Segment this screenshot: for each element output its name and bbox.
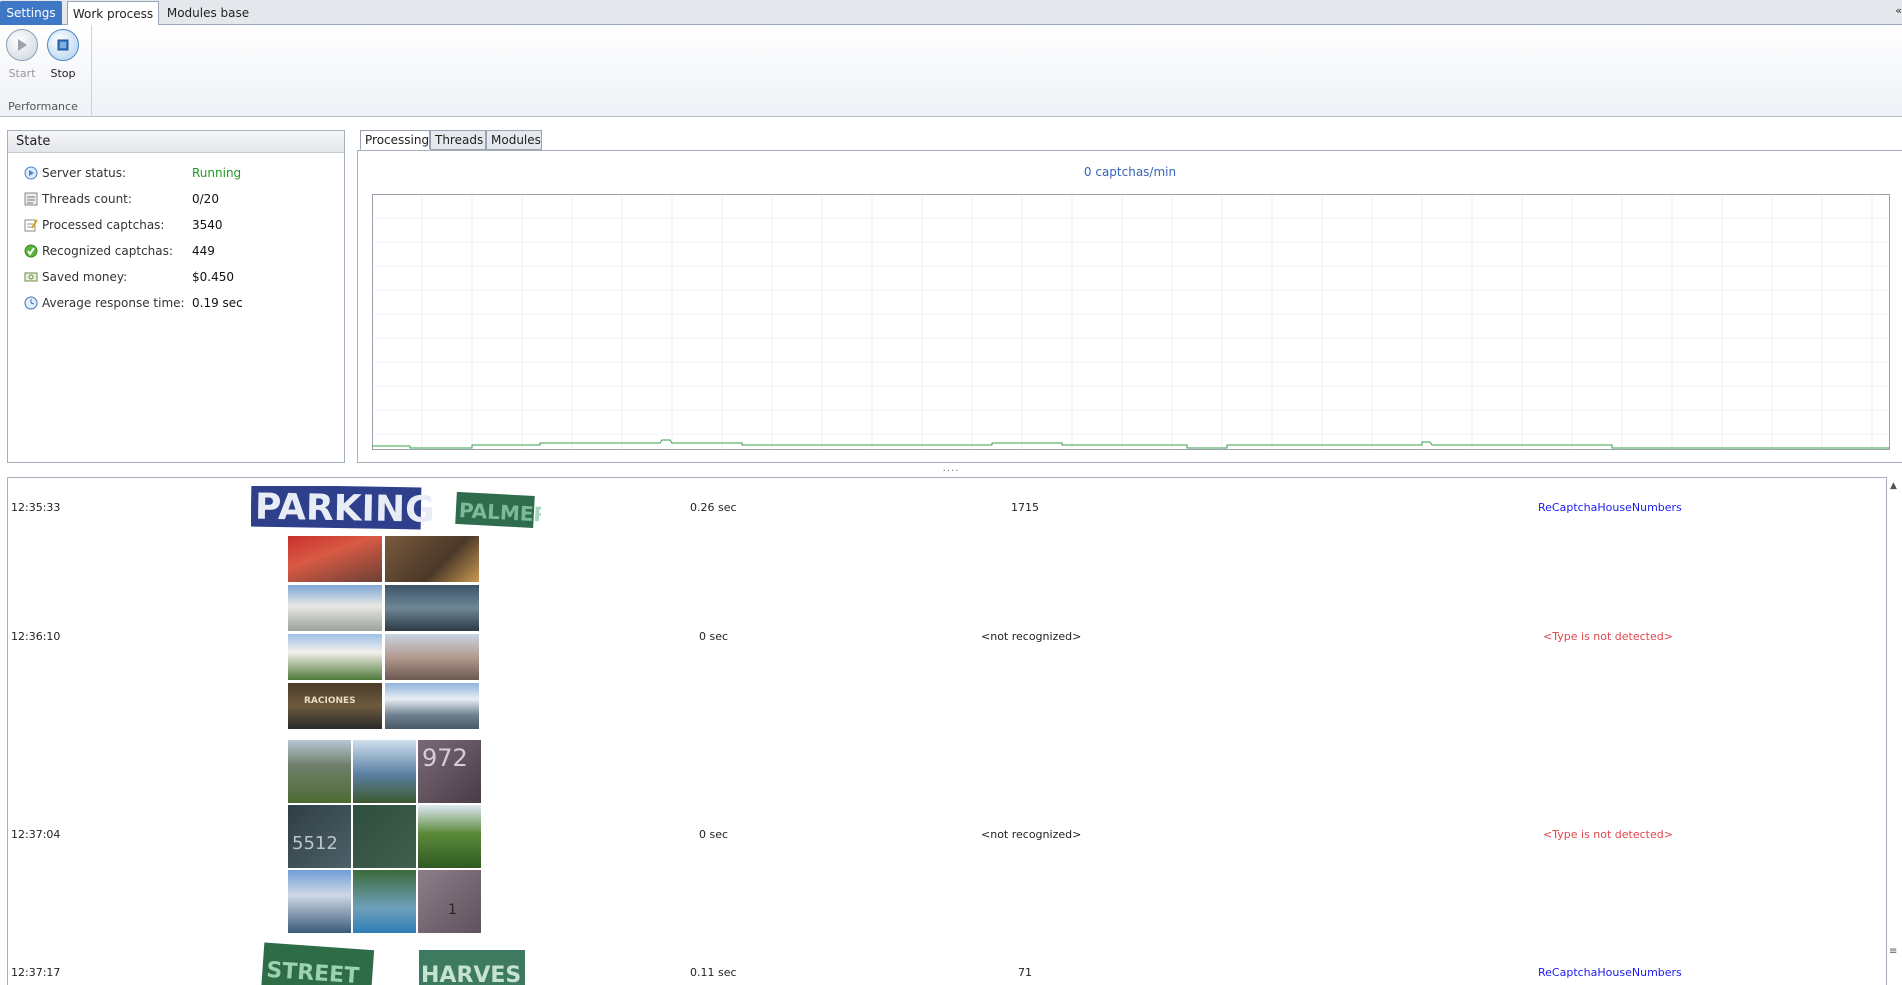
state-key: Processed captchas: [42,218,165,232]
main-tab-strip: Settings Work process Modules base « [0,0,1902,26]
state-panel: State Server status: Running Threads cou… [7,130,345,463]
log-response-time: 0.11 sec [690,966,737,979]
recognized-check-icon [24,244,38,258]
tab-modules-base[interactable]: Modules base [166,1,250,25]
log-response-time: 0 sec [699,630,729,643]
log-scrollbar[interactable]: ▲ ≡ [1887,477,1902,985]
stop-label: Stop [50,67,76,80]
processing-chart-panel: 0 captchas/min [357,150,1902,463]
log-time: 12:35:33 [11,501,61,514]
server-status-icon [24,166,38,180]
stop-icon [47,29,79,61]
state-row-saved-money: Saved money: $0.450 [24,267,334,287]
saved-money-value: $0.450 [192,270,234,284]
state-key: Saved money: [42,270,128,284]
log-type[interactable]: ReCaptchaHouseNumbers [1538,966,1682,979]
state-row-response-time: Average response time: 0.19 sec [24,293,334,313]
tab-work-process[interactable]: Work process [67,1,159,26]
log-type: <Type is not detected> [1543,828,1673,841]
money-icon [24,272,38,282]
log-response-time: 0 sec [699,828,729,841]
log-row[interactable]: 12:36:10 RACIONES 0 sec <not recognized>… [8,536,1886,732]
captcha-image: PARKING PALMER [251,486,541,530]
state-key: Server status: [42,166,127,180]
recognized-captchas-value: 449 [192,244,215,258]
threads-count-value: 0/20 [192,192,219,206]
tab-modules[interactable]: Modules [486,130,542,150]
state-header: State [8,131,344,153]
play-icon [6,29,38,61]
house-number-text: 1 [448,902,457,918]
captcha-word-1: PARKING [255,487,435,530]
captcha-log-list: 12:35:33 PARKING PALMER 0.26 sec 1715 Re… [7,477,1887,985]
start-label: Start [8,67,36,80]
processed-icon [24,219,38,232]
threads-icon [24,192,38,206]
splitter-handle[interactable]: .... [0,463,1902,477]
state-row-recognized: Recognized captchas: 449 [24,241,334,261]
tab-threads[interactable]: Threads [430,130,486,150]
clock-icon [24,296,38,310]
grid-tile-sign: RACIONES [304,696,356,706]
log-answer: 71 [1018,966,1032,979]
captcha-image-grid: 972 5512 1 [288,740,484,936]
performance-group-label: Performance [8,100,78,113]
log-type: <Type is not detected> [1543,630,1673,643]
captcha-image-grid: RACIONES [288,536,482,732]
collapse-ribbon-icon[interactable]: « [1895,4,1902,17]
captcha-rate-chart [372,194,1890,450]
ribbon: Start Stop Performance [0,25,1902,117]
log-answer: 1715 [1011,501,1039,514]
log-time: 12:37:04 [11,828,61,841]
server-status-value: Running [192,166,242,180]
log-time: 12:36:10 [11,630,61,643]
house-number-text: 5512 [292,833,338,854]
log-answer: <not recognized> [981,630,1082,643]
log-row[interactable]: 12:37:17 STREET HARVES 0.11 sec 71 ReCap… [8,932,1886,985]
log-row[interactable]: 12:37:04 972 5512 1 0 sec <not recognize… [8,732,1886,933]
state-key: Threads count: [42,192,132,206]
chart-title: 0 captchas/min [1083,165,1177,179]
log-type[interactable]: ReCaptchaHouseNumbers [1538,501,1682,514]
tab-processing[interactable]: Processing [360,130,430,150]
log-row[interactable]: 12:35:33 PARKING PALMER 0.26 sec 1715 Re… [8,478,1886,536]
state-key: Average response time: [42,296,185,310]
state-row-threads: Threads count: 0/20 [24,189,334,209]
stop-button[interactable]: Stop [43,29,83,80]
scroll-up-icon[interactable]: ▲ [1890,481,1897,491]
log-answer: <not recognized> [981,828,1082,841]
captcha-word-2: PALMER [458,498,541,527]
tab-settings[interactable]: Settings [0,1,62,25]
state-row-processed: Processed captchas: 3540 [24,215,334,235]
captcha-word-2: HARVES [421,963,521,985]
scroll-grip-icon[interactable]: ≡ [1889,946,1897,957]
house-number-text: 972 [422,744,468,772]
log-response-time: 0.26 sec [690,501,737,514]
captcha-image: STREET HARVES [253,940,533,985]
log-time: 12:37:17 [11,966,61,979]
start-button[interactable]: Start [2,29,42,80]
state-key: Recognized captchas: [42,244,173,258]
processed-captchas-value: 3540 [192,218,223,232]
performance-group: Start Stop Performance [0,25,92,117]
average-response-value: 0.19 sec [192,296,243,310]
chart-plot-area [372,194,1890,450]
state-row-server-status: Server status: Running [24,163,334,183]
